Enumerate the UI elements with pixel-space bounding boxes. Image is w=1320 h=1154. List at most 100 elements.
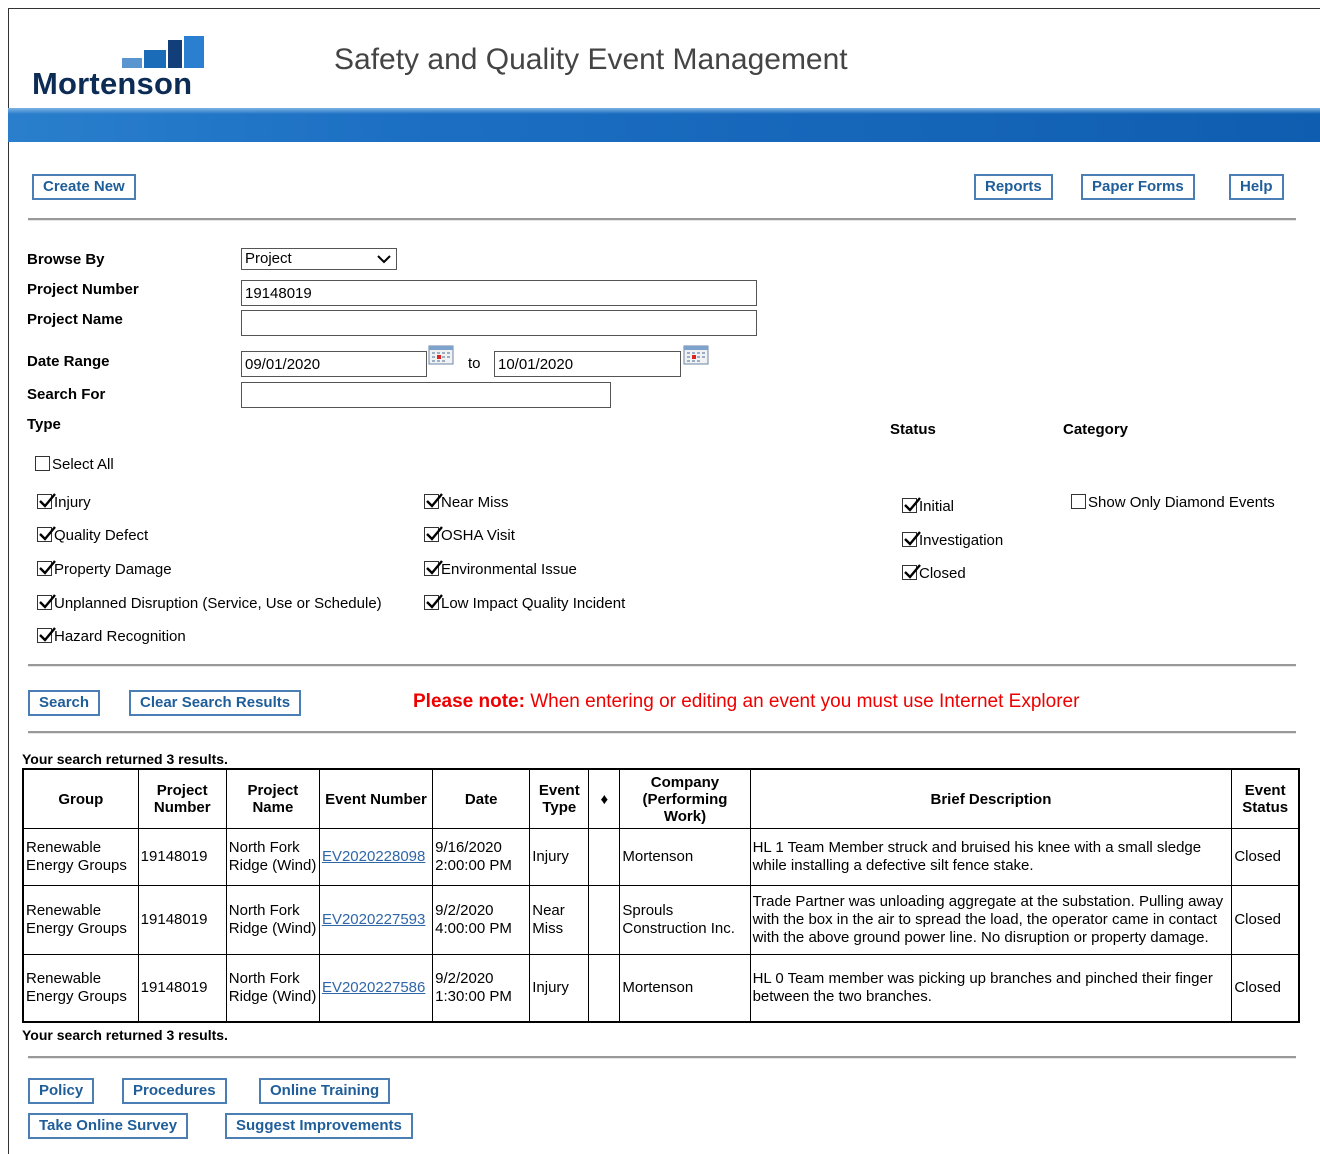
results-summary-bottom: Your search returned 3 results.	[22, 1027, 228, 1043]
project-name-label: Project Name	[27, 311, 123, 328]
column-header[interactable]: Group	[22, 768, 139, 829]
status-closed-checkbox[interactable]: Closed	[902, 564, 966, 582]
paper-forms-button[interactable]: Paper Forms	[1081, 174, 1195, 200]
type-hazard-recognition-checkbox[interactable]: Hazard Recognition	[37, 627, 186, 645]
project-name-input[interactable]	[241, 310, 757, 336]
cell-diamond	[588, 954, 621, 1022]
results-summary-top: Your search returned 3 results.	[22, 751, 228, 767]
cell-date: 9/16/2020 2:00:00 PM	[432, 828, 531, 886]
date-value: 9/2/2020	[435, 969, 494, 987]
checkmark-icon[interactable]	[37, 594, 56, 610]
cell-project-number: 19148019	[137, 828, 227, 886]
checkbox-unchecked[interactable]	[35, 456, 50, 471]
ie-warning-note: Please note: When entering or editing an…	[413, 691, 1079, 713]
checkmark-icon[interactable]	[37, 627, 56, 643]
type-near-miss-checkbox[interactable]: Near Miss	[424, 493, 509, 511]
column-header[interactable]: Company (Performing Work)	[619, 768, 751, 829]
app-title: Safety and Quality Event Management	[334, 43, 848, 76]
checkbox-unchecked[interactable]	[1071, 494, 1086, 509]
column-header[interactable]: Event Type	[529, 768, 590, 829]
note-text: When entering or editing an event you mu…	[524, 691, 1080, 712]
time-value: 1:30:00 PM	[435, 987, 512, 1005]
type-label: Type	[27, 416, 61, 433]
column-header[interactable]: Project Number	[137, 768, 227, 829]
search-for-label: Search For	[27, 386, 106, 403]
date-range-label: Date Range	[27, 353, 110, 370]
clear-search-results-button[interactable]: Clear Search Results	[129, 690, 302, 716]
cell-date: 9/2/2020 1:30:00 PM	[432, 954, 531, 1022]
status-investigation-checkbox[interactable]: Investigation	[902, 531, 1003, 549]
project-number-input[interactable]: 19148019	[241, 280, 757, 306]
cell-status: Closed	[1231, 954, 1300, 1022]
suggest-improvements-button[interactable]: Suggest Improvements	[225, 1113, 413, 1139]
type-label-low-impact-quality: Low Impact Quality Incident	[441, 595, 626, 612]
checkmark-icon[interactable]	[37, 526, 56, 542]
table-row: Renewable Energy Groups 19148019 North F…	[22, 885, 1300, 955]
type-osha-visit-checkbox[interactable]: OSHA Visit	[424, 526, 515, 544]
type-unplanned-disruption-checkbox[interactable]: Unplanned Disruption (Service, Use or Sc…	[37, 594, 382, 612]
checkmark-icon[interactable]	[424, 493, 443, 509]
type-property-damage-checkbox[interactable]: Property Damage	[37, 560, 172, 578]
column-header[interactable]: Project Name	[225, 768, 320, 829]
type-quality-defect-checkbox[interactable]: Quality Defect	[37, 526, 148, 544]
diamond-events-checkbox[interactable]: Show Only Diamond Events	[1071, 494, 1275, 511]
cell-company: Mortenson	[619, 828, 751, 886]
checkmark-icon[interactable]	[424, 560, 443, 576]
cell-status: Closed	[1231, 828, 1300, 886]
category-label: Category	[1063, 421, 1129, 438]
event-number-link[interactable]: EV2020228098	[322, 848, 425, 865]
cell-description: HL 0 Team member was picking up branches…	[749, 954, 1233, 1022]
checkmark-icon[interactable]	[424, 526, 443, 542]
divider	[28, 218, 1296, 221]
checkmark-icon[interactable]	[902, 497, 921, 513]
checkmark-icon[interactable]	[424, 594, 443, 610]
cell-event-type: Injury	[529, 828, 590, 886]
date-to-input[interactable]: 10/01/2020	[494, 351, 681, 377]
column-header[interactable]: Date	[432, 768, 531, 829]
table-row: Renewable Energy Groups 19148019 North F…	[22, 828, 1300, 886]
type-environmental-issue-checkbox[interactable]: Environmental Issue	[424, 560, 577, 578]
date-from-input[interactable]: 09/01/2020	[241, 351, 427, 377]
cell-project-name: North Fork Ridge (Wind)	[225, 828, 320, 886]
cell-event-number: EV2020227593	[318, 885, 434, 955]
type-label-hazard-recognition: Hazard Recognition	[54, 628, 186, 645]
reports-button[interactable]: Reports	[974, 174, 1053, 200]
column-header[interactable]: Event Number	[318, 768, 434, 829]
checkmark-icon[interactable]	[902, 564, 921, 580]
online-training-button[interactable]: Online Training	[259, 1078, 391, 1104]
create-new-button[interactable]: Create New	[32, 174, 136, 200]
event-number-link[interactable]: EV2020227593	[322, 911, 425, 928]
calendar-icon[interactable]	[683, 345, 709, 365]
header-band	[8, 108, 1320, 142]
procedures-button[interactable]: Procedures	[122, 1078, 227, 1104]
cell-group: Renewable Energy Groups	[22, 885, 139, 955]
type-injury-checkbox[interactable]: Injury	[37, 493, 91, 511]
type-label-unplanned-disruption: Unplanned Disruption (Service, Use or Sc…	[54, 595, 382, 612]
calendar-icon[interactable]	[428, 345, 454, 365]
help-button[interactable]: Help	[1229, 174, 1284, 200]
browse-by-value: Project	[245, 250, 292, 267]
cell-event-type: Near Miss	[529, 885, 590, 955]
search-for-input[interactable]	[241, 382, 611, 408]
diamond-icon[interactable]: ♦	[588, 768, 621, 829]
date-value: 9/2/2020	[435, 902, 494, 919]
cell-group: Renewable Energy Groups	[22, 954, 139, 1022]
event-number-link[interactable]: EV2020227586	[322, 979, 425, 996]
cell-project-number: 19148019	[137, 885, 227, 955]
status-initial-checkbox[interactable]: Initial	[902, 497, 954, 515]
checkmark-icon[interactable]	[902, 531, 921, 547]
select-all-checkbox[interactable]: Select All	[35, 456, 114, 473]
type-low-impact-quality-checkbox[interactable]: Low Impact Quality Incident	[424, 594, 626, 612]
take-online-survey-button[interactable]: Take Online Survey	[28, 1113, 189, 1139]
cell-diamond	[588, 885, 621, 955]
browse-by-select[interactable]: Project	[241, 248, 397, 270]
checkmark-icon[interactable]	[37, 560, 56, 576]
results-table: Group Project Number Project Name Event …	[22, 768, 1300, 1023]
column-header[interactable]: Brief Description	[749, 768, 1233, 829]
search-button[interactable]: Search	[28, 690, 101, 716]
diamond-events-label: Show Only Diamond Events	[1088, 494, 1275, 511]
checkmark-icon[interactable]	[37, 493, 56, 509]
divider	[28, 664, 1296, 667]
column-header[interactable]: Event Status	[1231, 768, 1300, 829]
policy-button[interactable]: Policy	[28, 1078, 95, 1104]
